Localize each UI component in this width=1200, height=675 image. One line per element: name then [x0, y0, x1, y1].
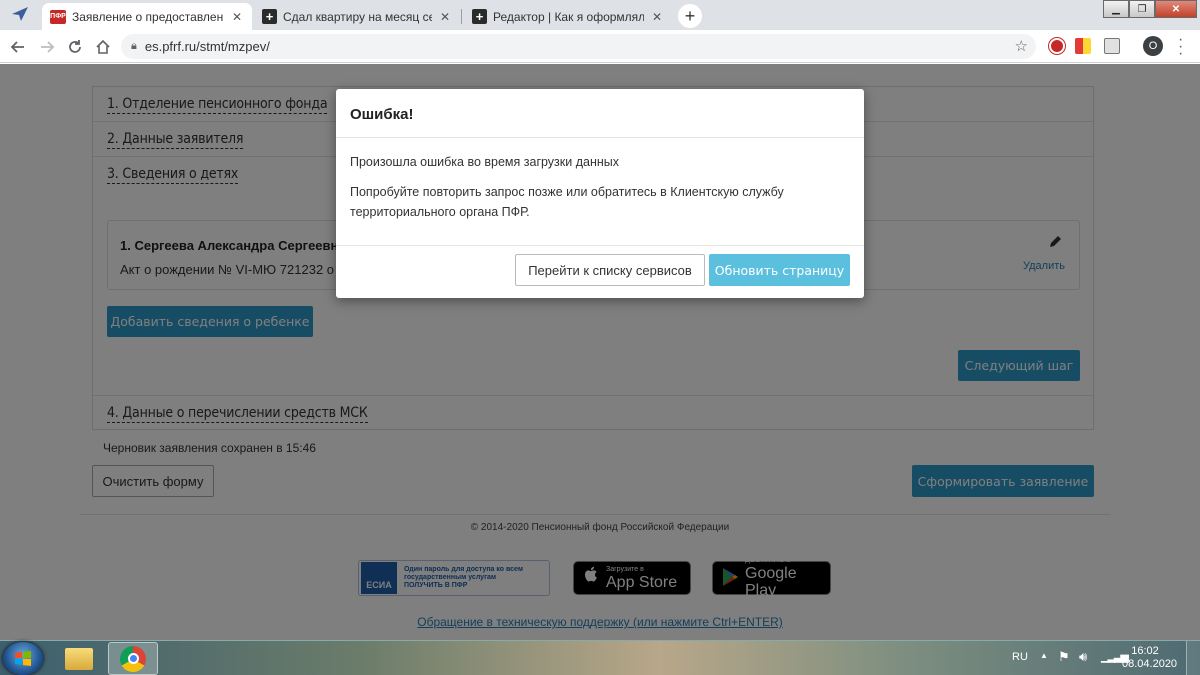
os-taskbar: RU ▲ ⚑ 🔊︎ ▁▂▃▅ 16:02 08.04.2020	[0, 640, 1200, 675]
windows-logo-icon	[15, 651, 31, 666]
browser-menu-icon[interactable]: · · ·	[1178, 32, 1183, 62]
extension-flag-icon[interactable]	[1075, 38, 1091, 54]
lock-icon: 🔒︎	[131, 40, 137, 52]
tab-title: Заявление о предоставлении е	[72, 9, 224, 24]
refresh-page-button[interactable]: Обновить страницу	[709, 254, 850, 286]
taskbar-explorer[interactable]	[54, 642, 104, 675]
tab-editor[interactable]: + Редактор | Как я оформляла до ✕	[464, 3, 672, 30]
language-indicator[interactable]: RU	[1012, 651, 1028, 663]
extension-cast-icon[interactable]	[1104, 38, 1120, 54]
back-button[interactable]	[6, 35, 30, 59]
plus-favicon-icon: +	[472, 9, 487, 24]
forward-button[interactable]	[35, 35, 59, 59]
volume-icon[interactable]: 🔊︎	[1079, 649, 1087, 665]
url-text: es.pfrf.ru/stmt/mzpev/	[144, 39, 270, 54]
plus-favicon-icon: +	[262, 9, 277, 24]
action-center-icon[interactable]: ⚑	[1058, 649, 1070, 665]
close-tab-icon[interactable]: ✕	[438, 10, 452, 24]
dialog-title: Ошибка!	[350, 106, 414, 123]
arrow-right-icon	[41, 41, 55, 53]
close-tab-icon[interactable]: ✕	[650, 10, 664, 24]
extension-red-icon[interactable]	[1049, 38, 1065, 54]
address-bar[interactable]: 🔒︎ es.pfrf.ru/stmt/mzpev/ ☆	[121, 34, 1036, 59]
services-list-button[interactable]: Перейти к списку сервисов	[515, 254, 705, 286]
tab-title: Сдал квартиру на месяц семье	[283, 9, 432, 24]
tray-expand-icon[interactable]: ▲	[1040, 651, 1048, 660]
show-desktop-button[interactable]	[1186, 641, 1200, 675]
pfr-favicon-icon: ПФР	[50, 9, 66, 24]
arrow-left-icon	[10, 41, 24, 53]
home-icon	[96, 39, 110, 54]
reload-icon	[69, 40, 81, 53]
tab-application[interactable]: ПФР Заявление о предоставлении е ✕	[42, 3, 252, 30]
clock-date: 08.04.2020	[1122, 658, 1178, 670]
folder-icon	[65, 647, 93, 670]
tab-separator	[461, 9, 462, 24]
new-tab-button[interactable]: +	[678, 4, 702, 28]
error-message: Произошла ошибка во время загрузки данны…	[350, 155, 620, 169]
bookmark-star-icon[interactable]: ☆	[1015, 37, 1028, 55]
system-clock[interactable]: 16:02 08.04.2020	[1122, 645, 1178, 671]
dialog-divider	[336, 137, 864, 138]
minimize-button[interactable]: ▁	[1103, 0, 1129, 18]
window-controls: ▁ ❐ ✕	[1103, 0, 1197, 18]
taskbar-chrome[interactable]	[108, 642, 158, 675]
clock-time: 16:02	[1131, 645, 1159, 657]
error-dialog: Ошибка! Произошла ошибка во время загруз…	[336, 89, 864, 298]
chrome-icon	[120, 645, 146, 672]
start-button[interactable]	[3, 642, 43, 675]
dialog-divider	[336, 245, 864, 246]
close-window-button[interactable]: ✕	[1155, 0, 1197, 18]
close-tab-icon[interactable]: ✕	[230, 10, 244, 24]
tab-apartment[interactable]: + Сдал квартиру на месяц семье ✕	[254, 3, 460, 30]
app-logo-icon	[10, 5, 32, 25]
home-button[interactable]	[91, 35, 115, 59]
tab-title: Редактор | Как я оформляла до	[493, 9, 644, 24]
browser-toolbar: 🔒︎ es.pfrf.ru/stmt/mzpev/ ☆ О · · ·	[0, 30, 1200, 63]
reload-button[interactable]	[63, 35, 87, 59]
profile-avatar[interactable]: О	[1143, 36, 1163, 56]
error-hint: Попробуйте повторить запрос позже или об…	[350, 185, 784, 219]
browser-tab-strip: ПФР Заявление о предоставлении е ✕ + Сда…	[0, 0, 1200, 30]
maximize-button[interactable]: ❐	[1129, 0, 1155, 18]
